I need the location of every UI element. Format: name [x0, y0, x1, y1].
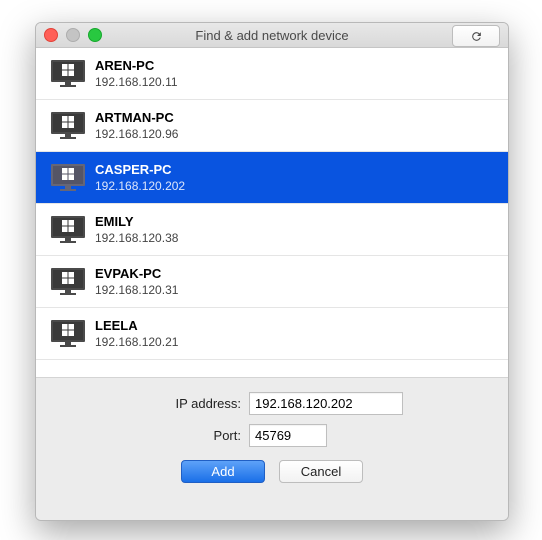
add-button[interactable]: Add [181, 460, 265, 483]
device-text: ARTMAN-PC192.168.120.96 [95, 110, 178, 141]
device-row[interactable]: AREN-PC192.168.120.11 [36, 48, 508, 100]
button-row: Add Cancel [36, 460, 508, 483]
traffic-lights [44, 28, 102, 42]
ip-address-label: IP address: [36, 396, 249, 411]
computer-icon [48, 110, 87, 142]
computer-icon [48, 266, 87, 298]
close-window-button[interactable] [44, 28, 58, 42]
device-row[interactable]: ARTMAN-PC192.168.120.96 [36, 100, 508, 152]
device-name: EMILY [95, 214, 178, 230]
ip-address-input[interactable] [249, 392, 403, 415]
window-title: Find & add network device [36, 28, 508, 43]
refresh-icon [470, 30, 483, 43]
computer-icon [48, 58, 87, 90]
device-ip: 192.168.120.31 [95, 283, 178, 297]
port-label: Port: [36, 428, 249, 443]
computer-icon [48, 162, 87, 194]
device-text: AREN-PC192.168.120.11 [95, 58, 178, 89]
device-text: LEELA192.168.120.21 [95, 318, 178, 349]
device-ip: 192.168.120.38 [95, 231, 178, 245]
device-text: CASPER-PC192.168.120.202 [95, 162, 185, 193]
computer-icon [48, 318, 87, 350]
ip-address-row: IP address: [36, 392, 508, 415]
port-input[interactable] [249, 424, 327, 447]
device-ip: 192.168.120.21 [95, 335, 178, 349]
device-row[interactable]: CASPER-PC192.168.120.202 [36, 152, 508, 204]
device-row[interactable]: EMILY192.168.120.38 [36, 204, 508, 256]
device-ip: 192.168.120.202 [95, 179, 185, 193]
refresh-button[interactable] [452, 25, 500, 47]
device-text: EVPAK-PC192.168.120.31 [95, 266, 178, 297]
titlebar: Find & add network device [36, 23, 508, 48]
device-row[interactable]: EVPAK-PC192.168.120.31 [36, 256, 508, 308]
device-name: EVPAK-PC [95, 266, 178, 282]
device-name: ARTMAN-PC [95, 110, 178, 126]
device-list[interactable]: AREN-PC192.168.120.11 ARTMAN-PC192.168.1… [36, 48, 508, 392]
device-text: EMILY192.168.120.38 [95, 214, 178, 245]
port-row: Port: [36, 424, 508, 447]
device-name: CASPER-PC [95, 162, 185, 178]
device-ip: 192.168.120.11 [95, 75, 178, 89]
device-name: AREN-PC [95, 58, 178, 74]
form-area: IP address: Port: Add Cancel [36, 377, 508, 520]
dialog-window: Find & add network device AREN-PC192.168… [35, 22, 509, 521]
cancel-button[interactable]: Cancel [279, 460, 363, 483]
device-ip: 192.168.120.96 [95, 127, 178, 141]
device-name: LEELA [95, 318, 178, 334]
device-row[interactable]: LEELA192.168.120.21 [36, 308, 508, 360]
minimize-window-button[interactable] [66, 28, 80, 42]
fullscreen-window-button[interactable] [88, 28, 102, 42]
computer-icon [48, 214, 87, 246]
